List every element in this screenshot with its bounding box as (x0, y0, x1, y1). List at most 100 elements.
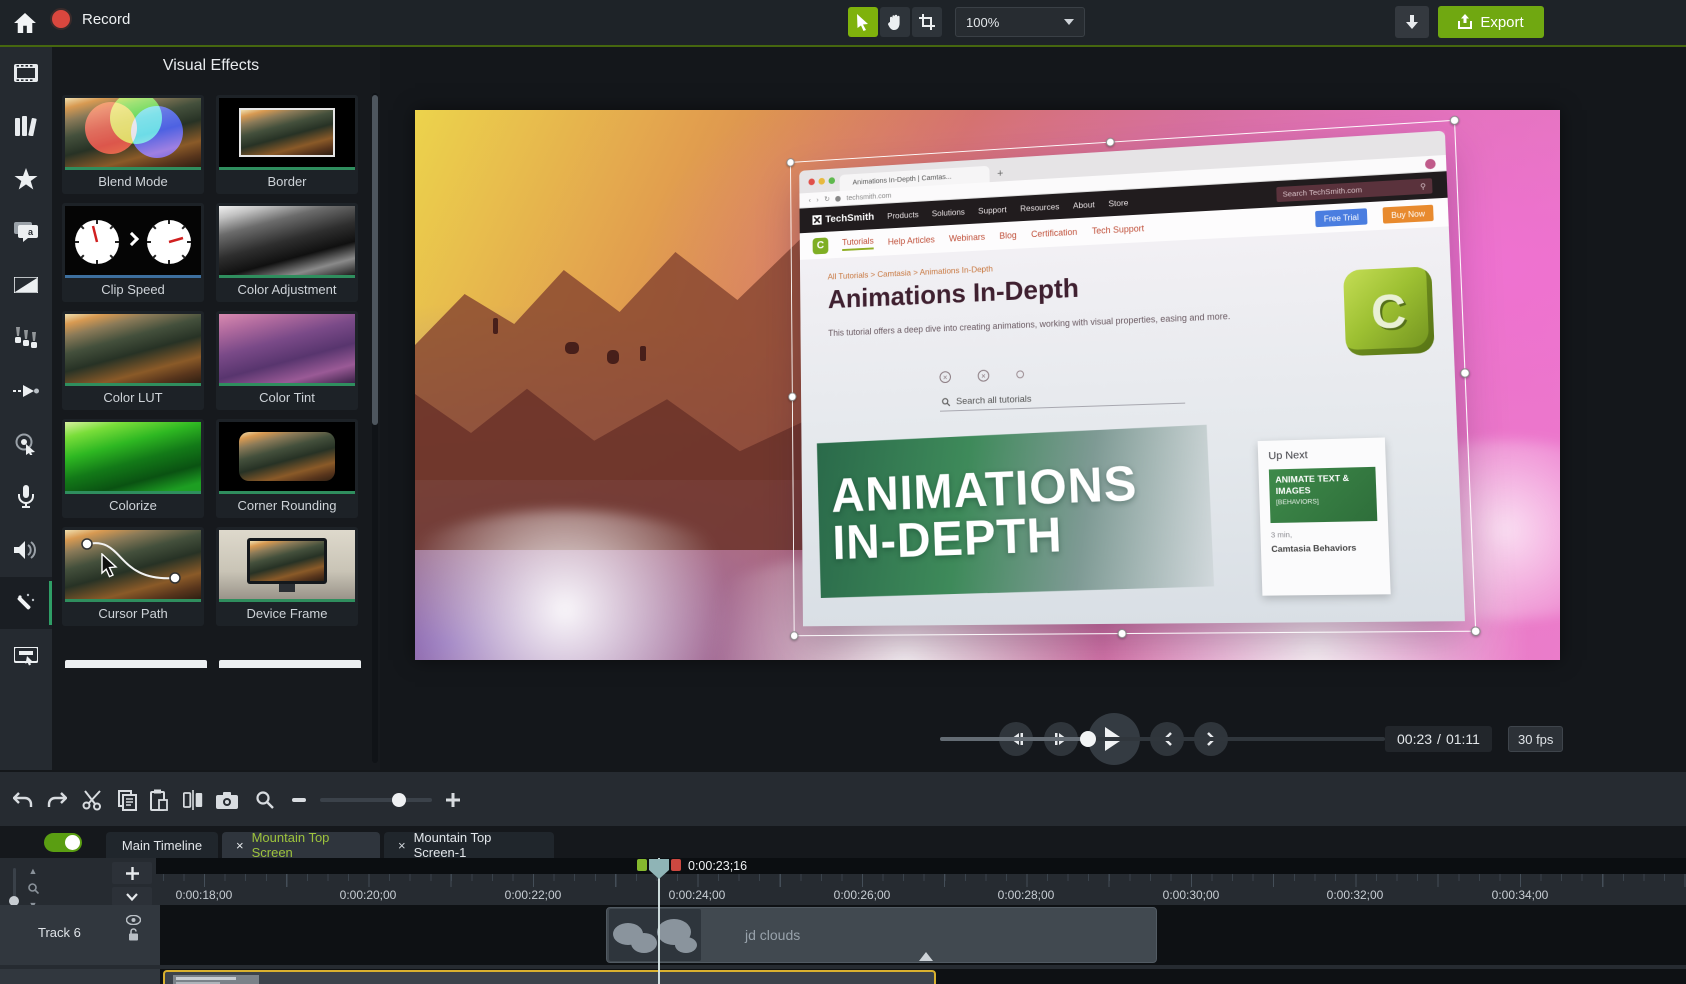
sidebar-item-transitions[interactable] (0, 259, 52, 311)
track-5-header[interactable] (0, 969, 160, 984)
close-icon[interactable]: × (236, 839, 244, 852)
effect-border[interactable]: Border (216, 95, 358, 194)
scrubber-handle[interactable] (1080, 731, 1096, 747)
copy-icon (118, 790, 137, 811)
timeline-toggle[interactable] (44, 833, 82, 852)
cut-button[interactable] (78, 785, 108, 815)
effect-corner-rounding[interactable]: Corner Rounding (216, 419, 358, 518)
crop-icon (919, 14, 935, 30)
resize-handle-se[interactable] (1471, 626, 1481, 636)
playhead-out-handle[interactable] (671, 859, 681, 871)
sidebar-item-audio-effects[interactable] (0, 524, 52, 576)
zoom-out-button[interactable] (284, 785, 314, 815)
clip-jd-clouds[interactable]: jd clouds (606, 907, 1157, 963)
resize-handle-nw[interactable] (786, 158, 794, 167)
redo-button[interactable] (42, 785, 72, 815)
sidebar-item-annotations[interactable]: a (0, 206, 52, 258)
resize-handle-n[interactable] (1106, 137, 1115, 146)
timeline-zoom-handle[interactable] (392, 793, 406, 807)
color-tint-thumbnail (219, 314, 355, 386)
record-button[interactable]: Record (50, 8, 130, 30)
close-icon[interactable]: × (398, 839, 406, 852)
sidebar-item-favorites[interactable] (0, 153, 52, 205)
scrubber-track[interactable] (940, 737, 1385, 741)
preview-canvas[interactable]: Animations In-Depth | Camtas... + ‹ › ↻ … (380, 47, 1686, 770)
sidebar-item-cursor-effects[interactable] (0, 418, 52, 470)
mouse-pointer (100, 553, 120, 579)
browser-window: Animations In-Depth | Camtas... + ‹ › ↻ … (799, 131, 1465, 627)
resize-handle-e[interactable] (1460, 368, 1470, 378)
effect-color-lut[interactable]: Color LUT (62, 311, 204, 410)
effect-color-tint[interactable]: Color Tint (216, 311, 358, 410)
tab-main-timeline[interactable]: Main Timeline (106, 832, 218, 858)
clip-thumbnail (609, 909, 701, 961)
panel-scrollbar-thumb[interactable] (372, 95, 378, 425)
copy-button[interactable] (112, 785, 142, 815)
playhead-in-handle[interactable] (637, 859, 647, 871)
collapse-tracks-button[interactable] (112, 887, 152, 906)
split-button[interactable] (178, 785, 208, 815)
sidebar-item-interactivity[interactable] (0, 630, 52, 682)
timeline-zoom-button[interactable] (250, 785, 280, 815)
record-label: Record (82, 11, 130, 28)
effect-color-adjustment[interactable]: Color Adjustment (216, 203, 358, 302)
canvas-zoom-dropdown[interactable]: 100% (955, 7, 1085, 37)
effect-device-frame[interactable]: Device Frame (216, 527, 358, 626)
techsmith-logo: TechSmith (812, 211, 874, 226)
video-frame[interactable]: Animations In-Depth | Camtas... + ‹ › ↻ … (415, 110, 1560, 660)
minus-icon (292, 798, 306, 802)
download-icon (1405, 15, 1419, 30)
export-button[interactable]: Export (1438, 6, 1544, 38)
download-button[interactable] (1395, 6, 1429, 38)
ruler-label: 0:00:30;00 (1163, 888, 1220, 902)
effect-cursor-path[interactable]: Cursor Path (62, 527, 204, 626)
pan-tool-button[interactable] (880, 7, 910, 37)
paste-button[interactable] (144, 785, 174, 815)
camera-icon (216, 792, 238, 809)
crop-tool-button[interactable] (912, 7, 942, 37)
behaviors-icon (14, 327, 38, 349)
ruler-label: 0:00:20;00 (340, 888, 397, 902)
clip-marker-icon[interactable] (919, 952, 933, 961)
eye-icon[interactable] (126, 915, 141, 925)
zoom-in-button[interactable] (438, 785, 468, 815)
partial-effect-card[interactable] (219, 660, 361, 668)
techsmith-search-box: Search TechSmith.com⚲ (1276, 178, 1432, 202)
partial-effect-card[interactable] (65, 660, 207, 668)
lock-icon[interactable] (128, 928, 139, 941)
ruler-label: 0:00:22;00 (505, 888, 562, 902)
sidebar-item-library[interactable] (0, 100, 52, 152)
resize-handle-s[interactable] (1117, 629, 1126, 638)
add-track-button[interactable] (112, 862, 152, 884)
screenshot-button[interactable] (212, 785, 242, 815)
sidebar-item-media[interactable] (0, 47, 52, 99)
selected-screen-clip[interactable]: Animations In-Depth | Camtas... + ‹ › ↻ … (799, 131, 1465, 627)
track-6-header[interactable]: Track 6 (0, 905, 160, 965)
forward-icon: › (816, 195, 818, 204)
track-name: Track 6 (38, 925, 81, 940)
track-5-lane[interactable] (160, 969, 1686, 984)
effect-blend-mode[interactable]: Blend Mode (62, 95, 204, 194)
tab-mountain-top-screen[interactable]: × Mountain Top Screen (222, 832, 380, 858)
color-lut-thumbnail (65, 314, 201, 386)
home-icon[interactable] (10, 9, 40, 37)
effect-colorize[interactable]: Colorize (62, 419, 204, 518)
select-tool-button[interactable] (848, 7, 878, 37)
ruler-strip[interactable] (156, 858, 1686, 874)
undo-button[interactable] (8, 785, 38, 815)
selected-clip-partial[interactable] (163, 970, 936, 984)
top-bar: Record 100% Export (0, 0, 1686, 45)
track-zoom-control[interactable]: ▲ ▼ (26, 866, 40, 910)
sidebar-item-animations[interactable] (0, 365, 52, 417)
sidebar-item-behaviors[interactable] (0, 312, 52, 364)
track-6-lane[interactable]: jd clouds (160, 905, 1686, 965)
device-frame-thumbnail (219, 530, 355, 602)
resize-handle-ne[interactable] (1450, 115, 1460, 125)
canvas-zoom-value: 100% (966, 15, 999, 30)
tab-mountain-top-screen-1[interactable]: × Mountain Top Screen-1 (384, 832, 554, 858)
timeline-zoom-slider[interactable] (320, 798, 432, 802)
resize-handle-sw[interactable] (790, 631, 798, 640)
sidebar-item-voice-narration[interactable] (0, 471, 52, 523)
effect-clip-speed[interactable]: Clip Speed (62, 203, 204, 302)
sidebar-item-visual-effects[interactable] (0, 577, 52, 629)
